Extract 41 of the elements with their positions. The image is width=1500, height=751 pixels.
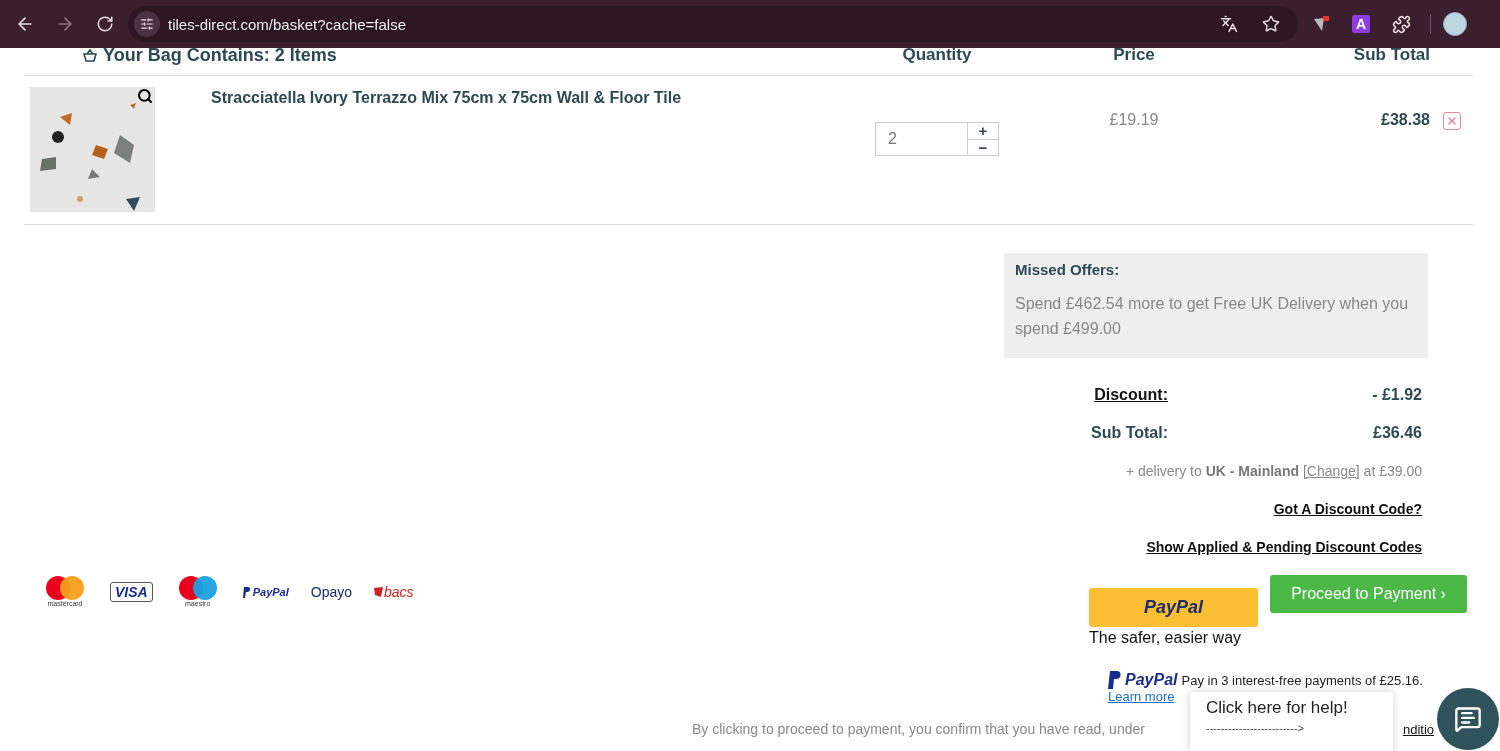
product-name[interactable]: Stracciatella Ivory Terrazzo Mix 75cm x 75cm Wall & Floor Tile xyxy=(211,87,827,107)
quantity-field[interactable]: 2 + − xyxy=(875,122,999,156)
address-bar[interactable]: tiles-direct.com/basket?cache=false xyxy=(128,6,1298,42)
paypal-button[interactable]: PayPal xyxy=(1089,588,1258,627)
column-header: Sub Total xyxy=(1353,48,1430,62)
url-text: tiles-direct.com/basket?cache=false xyxy=(168,15,408,33)
column-header: Quantity xyxy=(902,48,972,62)
avatar[interactable] xyxy=(1443,12,1467,36)
extension-icon[interactable]: A xyxy=(1352,15,1370,33)
paypal-logo: PayPal xyxy=(242,586,289,598)
discount-link[interactable]: Got A Discount Code? xyxy=(1273,501,1422,517)
card-logo: VISA xyxy=(110,582,153,602)
basket-icon xyxy=(83,48,97,62)
delivery-note: + delivery to UK - Mainland [Change] at £39.00 xyxy=(1125,463,1422,479)
terms-link[interactable]: nditio xyxy=(1402,721,1434,737)
paypal-logo: PayPal xyxy=(1108,671,1178,689)
reload-icon xyxy=(96,15,114,33)
paypal-tagline: The safer, easier way xyxy=(1089,629,1243,647)
total-value: £36.46 xyxy=(1373,424,1422,442)
total-label[interactable]: Discount: xyxy=(1094,386,1168,404)
unit-price: £19.19 xyxy=(1109,111,1159,129)
help-popup[interactable]: Click here for help! -------------------------> xyxy=(1190,692,1393,751)
total-value: - £1.92 xyxy=(1372,386,1422,404)
column-header: Price xyxy=(1113,48,1155,62)
chat-icon xyxy=(1454,705,1482,733)
close-icon xyxy=(1445,115,1458,127)
help-arrow: -------------------------> xyxy=(1206,722,1305,734)
missed-offers-title: Missed Offers: xyxy=(1015,261,1121,279)
line-subtotal: £38.38 xyxy=(1381,111,1430,129)
opayo-logo: Opayo xyxy=(310,584,353,600)
pay-later-text: Pay in 3 interest-free payments of £25.16. xyxy=(1181,672,1423,688)
site-info-icon[interactable] xyxy=(134,11,160,37)
search-icon[interactable] xyxy=(137,88,153,104)
change-link[interactable]: [Change] xyxy=(1302,463,1360,479)
offer-text: Spend £462.54 more to get Free UK Delivery when you spend £499.00 xyxy=(1015,294,1410,339)
total-label: Sub Total: xyxy=(1090,424,1168,442)
help-text: Click here for help! xyxy=(1206,698,1349,718)
bacs-logo: bacs xyxy=(374,584,414,600)
learn-more-link[interactable]: Learn more xyxy=(1108,689,1175,704)
discount-link[interactable]: Show Applied & Pending Discount Codes xyxy=(1146,539,1422,555)
terms-text: By clicking to proceed to payment, you confirm that you have read, under xyxy=(692,721,1145,737)
